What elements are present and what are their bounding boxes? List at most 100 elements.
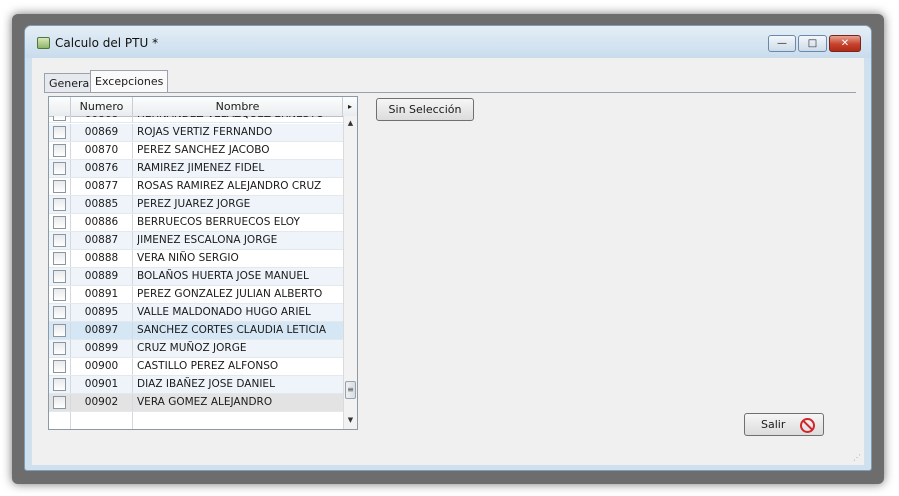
row-nombre: VERA NIÑO SERGIO [137,252,239,264]
grid-vertical-scrollbar[interactable]: ▲ ≡ ▼ [343,116,357,429]
table-row[interactable]: 00888 VERA NIÑO SERGIO [49,250,343,268]
row-select-cell[interactable] [49,196,71,213]
row-checkbox[interactable] [53,360,66,373]
row-select-cell[interactable] [49,178,71,195]
row-select-cell[interactable] [49,116,71,123]
resize-grip-icon[interactable]: ⋰ [853,454,861,462]
row-select-cell[interactable] [49,394,71,411]
window-title: Calculo del PTU * [55,36,159,50]
row-checkbox[interactable] [53,234,66,247]
row-checkbox[interactable] [53,162,66,175]
row-numero: 00868 [71,116,133,123]
row-select-cell[interactable] [49,304,71,321]
table-row[interactable]: 00891 PEREZ GONZALEZ JULIAN ALBERTO [49,286,343,304]
table-row[interactable]: 00885 PEREZ JUAREZ JORGE [49,196,343,214]
header-numero[interactable]: Numero [71,97,133,116]
grid-header: Numero Nombre ▸ [49,97,357,117]
row-nombre: JIMENEZ ESCALONA JORGE [137,234,278,246]
salir-label: Salir [761,418,786,431]
row-nombre: VALLE MALDONADO HUGO ARIEL [137,306,311,318]
table-row[interactable]: 00901 DIAZ IBAÑEZ JOSE DANIEL [49,376,343,394]
row-checkbox[interactable] [53,126,66,139]
row-checkbox[interactable] [53,342,66,355]
employees-grid[interactable]: Numero Nombre ▸ 00868 HERNANDEZ VELAZQUEZ… [48,96,358,430]
row-checkbox[interactable] [53,116,66,121]
tab-excepciones[interactable]: Excepciones [90,70,169,93]
title-bar[interactable]: Calculo del PTU * — □ ✕ [25,26,871,58]
row-nombre: SANCHEZ CORTES CLAUDIA LETICIA [137,324,327,336]
table-row[interactable]: 00897 SANCHEZ CORTES CLAUDIA LETICIA [49,322,343,340]
table-row[interactable]: 00869 ROJAS VERTIZ FERNANDO [49,124,343,142]
scroll-up-icon[interactable]: ▲ [344,116,357,130]
row-checkbox[interactable] [53,144,66,157]
row-nombre: ROJAS VERTIZ FERNANDO [137,126,273,138]
table-row[interactable]: 00877 ROSAS RAMIREZ ALEJANDRO CRUZ [49,178,343,196]
row-nombre: HERNANDEZ VELAZQUEZ ERNESTO [137,116,341,123]
tab-general-label: General [49,77,93,90]
row-checkbox[interactable] [53,252,66,265]
row-checkbox[interactable] [53,270,66,283]
close-button[interactable]: ✕ [829,35,861,52]
table-row[interactable]: 00870 PEREZ SANCHEZ JACOBO [49,142,343,160]
row-numero: 00899 [71,340,133,357]
row-nombre: CRUZ MUÑOZ JORGE [137,342,247,354]
row-select-cell[interactable] [49,322,71,339]
row-select-cell[interactable] [49,286,71,303]
row-select-cell[interactable] [49,358,71,375]
row-select-cell[interactable] [49,268,71,285]
row-checkbox[interactable] [53,396,66,409]
table-row[interactable]: 00895 VALLE MALDONADO HUGO ARIEL [49,304,343,322]
row-nombre: ROSAS RAMIREZ ALEJANDRO CRUZ [137,180,322,192]
row-select-cell[interactable] [49,376,71,393]
row-checkbox[interactable] [53,180,66,193]
row-select-cell[interactable] [49,340,71,357]
row-select-cell[interactable] [49,142,71,159]
row-numero: 00885 [71,196,133,213]
row-checkbox[interactable] [53,378,66,391]
row-numero: 00887 [71,232,133,249]
app-icon [37,37,50,49]
row-select-cell [49,412,71,429]
row-numero: 00886 [71,214,133,231]
header-select-column[interactable] [49,97,71,116]
scroll-down-icon[interactable]: ▼ [344,413,357,427]
row-select-cell[interactable] [49,250,71,267]
table-row[interactable]: 00876 RAMIREZ JIMENEZ FIDEL [49,160,343,178]
row-checkbox[interactable] [53,198,66,211]
table-row[interactable]: 00899 CRUZ MUÑOZ JORGE [49,340,343,358]
row-nombre: RAMIREZ JIMENEZ FIDEL [137,162,265,174]
salir-button[interactable]: Salir [744,413,824,436]
row-nombre: BOLAÑOS HUERTA JOSE MANUEL [137,270,309,282]
window-client-area: General Excepciones Numero Nombre ▸ 0086… [32,58,864,465]
header-nombre[interactable]: Nombre [133,97,343,116]
table-row[interactable]: 00887 JIMENEZ ESCALONA JORGE [49,232,343,250]
maximize-button[interactable]: □ [798,35,827,52]
sin-seleccion-button[interactable]: Sin Selección [376,98,474,121]
table-row-partial[interactable]: 00868 HERNANDEZ VELAZQUEZ ERNESTO [49,116,343,123]
header-more-columns-icon[interactable]: ▸ [343,97,357,116]
no-entry-icon [800,418,815,433]
row-checkbox[interactable] [53,306,66,319]
row-select-cell[interactable] [49,232,71,249]
minimize-button[interactable]: — [768,35,796,52]
row-nombre: VERA GOMEZ ALEJANDRO [137,396,273,408]
row-checkbox[interactable] [53,216,66,229]
row-nombre: PEREZ JUAREZ JORGE [137,198,251,210]
row-numero: 00895 [71,304,133,321]
table-row[interactable]: 00900 CASTILLO PEREZ ALFONSO [49,358,343,376]
grid-rows: 00868 HERNANDEZ VELAZQUEZ ERNESTO 00869 ROJ… [49,116,343,429]
row-select-cell[interactable] [49,214,71,231]
table-row[interactable]: 00902 VERA GOMEZ ALEJANDRO [49,394,343,412]
main-window: Calculo del PTU * — □ ✕ General Excepcio… [24,25,872,471]
row-checkbox[interactable] [53,288,66,301]
table-row[interactable]: 00889 BOLAÑOS HUERTA JOSE MANUEL [49,268,343,286]
table-row[interactable]: 00886 BERRUECOS BERRUECOS ELOY [49,214,343,232]
row-nombre: PEREZ SANCHEZ JACOBO [137,144,270,156]
row-numero: 00900 [71,358,133,375]
row-numero: 00888 [71,250,133,267]
scroll-thumb[interactable]: ≡ [345,381,356,399]
row-select-cell[interactable] [49,160,71,177]
close-icon: ✕ [840,38,850,49]
row-select-cell[interactable] [49,124,71,141]
row-checkbox[interactable] [53,324,66,337]
